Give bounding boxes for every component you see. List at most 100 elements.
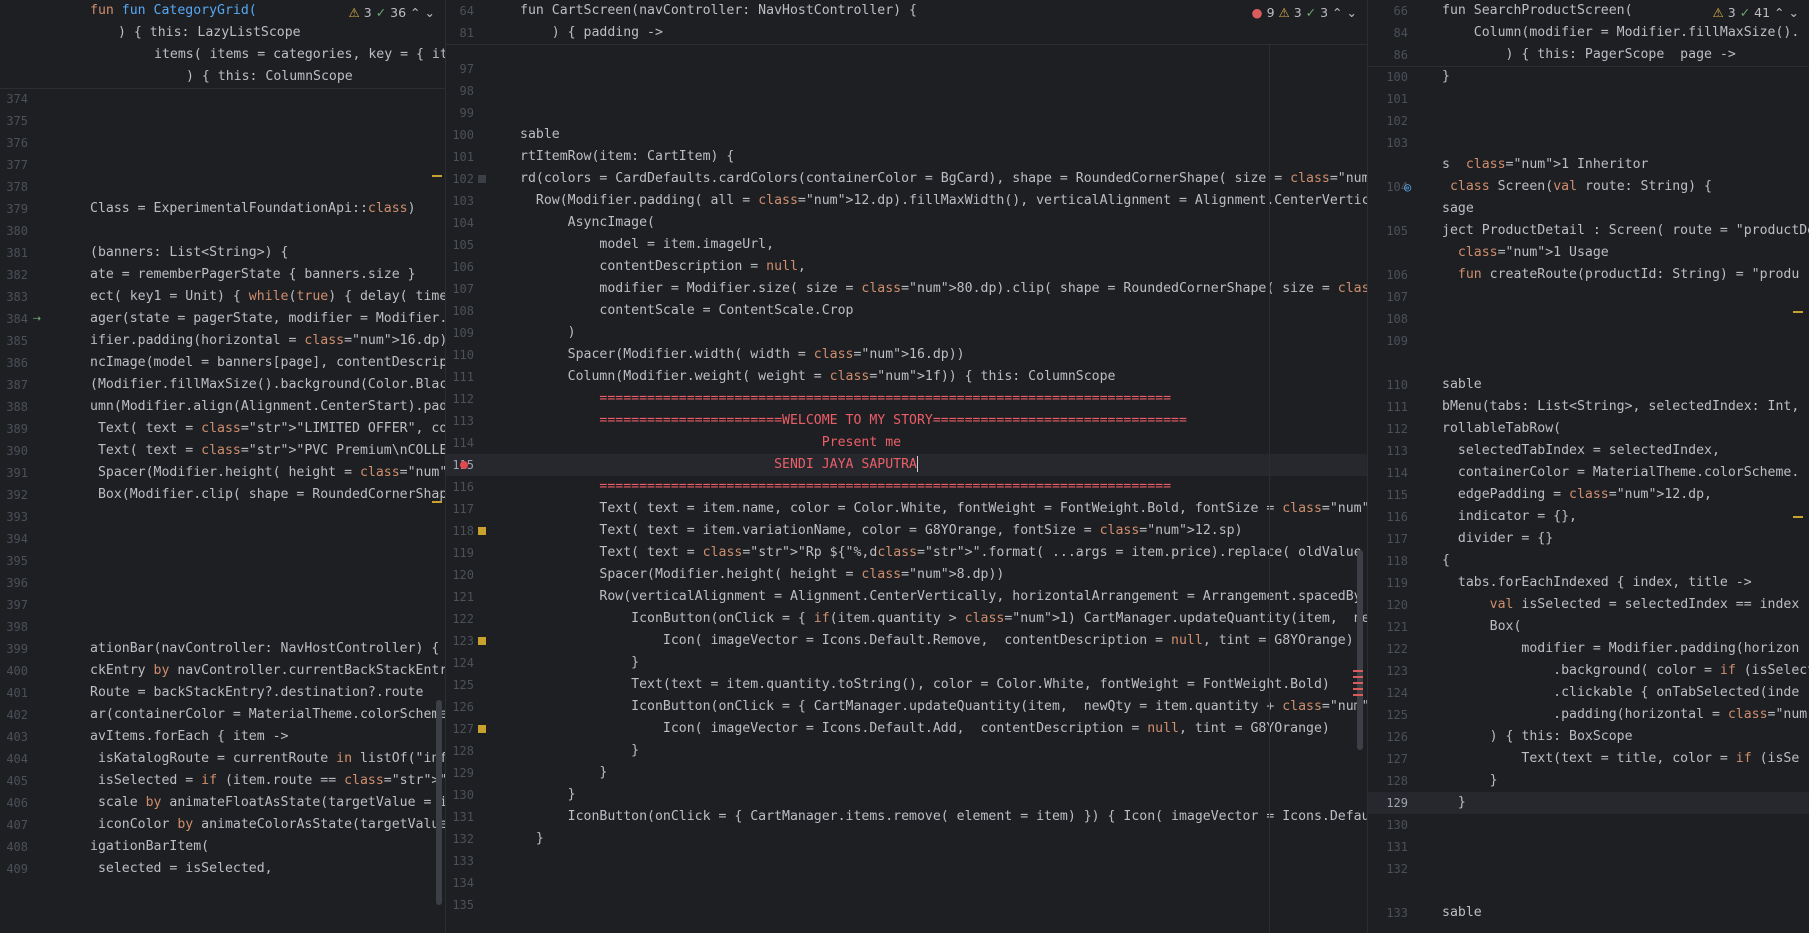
code-line[interactable]: 119 tabs.forEachIndexed { index, title -… (1368, 572, 1809, 594)
code-text[interactable]: ========================================… (520, 476, 1171, 498)
code-text[interactable]: } (520, 784, 576, 806)
inspection-badges[interactable]: ⚠ 3 ✓ 36 ⌃ ⌄ (349, 5, 435, 20)
code-line[interactable]: 135 (446, 894, 1367, 916)
code-line[interactable]: 101 (1368, 88, 1809, 110)
code-line[interactable]: 111 bMenu(tabs: List<String>, selectedInd… (1368, 396, 1809, 418)
code-line[interactable]: 126 ) { this: BoxScope (1368, 726, 1809, 748)
warning-gutter-icon[interactable] (478, 527, 486, 535)
editor-pane-right[interactable]: ⚠ 3 ✓ 41 ⌃ ⌄ 66 fun SearchProductScreen( … (1368, 0, 1809, 933)
code-line[interactable]: 116 indicator = {}, (1368, 506, 1809, 528)
code-line[interactable]: 111 Column(Modifier.weight( weight = cla… (446, 366, 1367, 388)
code-line[interactable]: 387 (Modifier.fillMaxSize().background(Co… (0, 374, 445, 396)
code-text[interactable]: modifier = Modifier.size( size = class="… (520, 278, 1367, 300)
code-text[interactable]: igationBarItem( (90, 836, 209, 858)
code-line[interactable] (1368, 880, 1809, 902)
code-text[interactable]: rtItemRow(item: CartItem) { (520, 146, 734, 168)
code-line[interactable]: 388 umn(Modifier.align(Alignment.CenterSt… (0, 396, 445, 418)
code-text[interactable]: Route = backStackEntry?.destination?.rou… (90, 682, 423, 704)
code-text[interactable]: modifier = Modifier.padding(horizon (1442, 638, 1799, 660)
code-text[interactable]: .padding(horizontal = class="num">20.dp,… (1442, 704, 1809, 726)
code-line[interactable]: 400 ckEntry by navController.currentBackS… (0, 660, 445, 682)
chevron-up-icon[interactable]: ⌃ (1774, 5, 1784, 20)
code-text[interactable]: Text( text = class="str">"LIMITED OFFER"… (90, 418, 445, 440)
code-text[interactable]: ========================================… (520, 388, 1171, 410)
code-line[interactable]: 404 isKatalogRoute = currentRoute in lis… (0, 748, 445, 770)
code-line[interactable]: 107 (1368, 286, 1809, 308)
code-line[interactable]: 380 (0, 220, 445, 242)
code-line[interactable]: 128 } (446, 740, 1367, 762)
code-line[interactable]: 399 ationBar(navController: NavHostContro… (0, 638, 445, 660)
code-line[interactable]: 407 iconColor by animateColorAsState(tar… (0, 814, 445, 836)
code-line[interactable]: 129 } (1368, 792, 1809, 814)
code-line[interactable]: 108 (1368, 308, 1809, 330)
code-text[interactable]: } (1442, 770, 1498, 792)
code-text[interactable]: } (520, 828, 544, 850)
code-text[interactable]: rd(colors = CardDefaults.cardColors(cont… (520, 168, 1367, 190)
code-line[interactable]: 122 modifier = Modifier.padding(horizon (1368, 638, 1809, 660)
code-text[interactable]: } (1442, 66, 1450, 88)
code-line[interactable]: 133 (446, 850, 1367, 872)
code-line[interactable]: 383 ect( key1 = Unit) { while(true) { del… (0, 286, 445, 308)
code-text[interactable]: { (1442, 550, 1450, 572)
code-line[interactable]: 125 Text(text = item.quantity.toString()… (446, 674, 1367, 696)
code-text[interactable]: Spacer(Modifier.height( height = class="… (90, 462, 445, 484)
code-line[interactable]: 112 ====================================… (446, 388, 1367, 410)
code-text[interactable]: val isSelected = selectedIndex == index (1442, 594, 1800, 616)
code-line[interactable]: 115 SENDI JAYA SAPUTRA (446, 454, 1367, 476)
code-text[interactable]: ar(containerColor = MaterialTheme.colorS… (90, 704, 445, 726)
code-line[interactable]: 134 (446, 872, 1367, 894)
code-line[interactable]: 101 rtItemRow(item: CartItem) { (446, 146, 1367, 168)
code-text[interactable]: ) { this: BoxScope (1442, 726, 1633, 748)
code-line[interactable]: 97 (446, 58, 1367, 80)
code-text[interactable]: contentScale = ContentScale.Crop (520, 300, 853, 322)
code-line[interactable]: 121 Box( (1368, 616, 1809, 638)
code-line[interactable]: 124 } (446, 652, 1367, 674)
code-line[interactable]: 378 (0, 176, 445, 198)
code-text[interactable]: ckEntry by navController.currentBackStac… (90, 660, 445, 682)
code-line[interactable]: 385 ifier.padding(horizontal = class="num… (0, 330, 445, 352)
code-text[interactable]: ncImage(model = banners[page], contentDe… (90, 352, 445, 374)
code-line[interactable]: 118 Text( text = item.variationName, col… (446, 520, 1367, 542)
code-line[interactable]: 99 (446, 102, 1367, 124)
code-line[interactable]: sage (1368, 198, 1809, 220)
code-line[interactable]: 104 class Screen(val route: String) { (1368, 176, 1809, 198)
code-line[interactable]: 392 Box(Modifier.clip( shape = RoundedCo… (0, 484, 445, 506)
code-text[interactable]: ate = rememberPagerState { banners.size … (90, 264, 416, 286)
code-text[interactable]: (banners: List<String>) { (90, 242, 289, 264)
code-text[interactable]: s class="num">1 Inheritor (1442, 154, 1648, 176)
code-text[interactable]: Row(Modifier.padding( all = class="num">… (520, 190, 1367, 212)
code-line[interactable]: 118 { (1368, 550, 1809, 572)
code-text[interactable]: =======================WELCOME TO MY STO… (520, 410, 1187, 432)
code-text[interactable]: Icon( imageVector = Icons.Default.Remove… (520, 630, 1354, 652)
warning-gutter-icon[interactable] (478, 175, 486, 183)
code-line[interactable]: 409 selected = isSelected, (0, 858, 445, 880)
code-line[interactable]: 131 (1368, 836, 1809, 858)
code-line[interactable]: 402 ar(containerColor = MaterialTheme.col… (0, 704, 445, 726)
code-line[interactable]: 391 Spacer(Modifier.height( height = cla… (0, 462, 445, 484)
code-text[interactable]: Spacer(Modifier.width( width = class="nu… (520, 344, 965, 366)
code-text[interactable]: } (1442, 792, 1466, 814)
code-line[interactable] (1368, 352, 1809, 374)
code-line[interactable]: 105 ject ProductDetail : Screen( route = … (1368, 220, 1809, 242)
code-text[interactable]: model = item.imageUrl, (520, 234, 774, 256)
code-line[interactable]: 403 avItems.forEach { item -> (0, 726, 445, 748)
code-text[interactable]: rollableTabRow( (1442, 418, 1561, 440)
code-line[interactable]: 127 Icon( imageVector = Icons.Default.Ad… (446, 718, 1367, 740)
code-line[interactable]: 119 Text( text = class="str">"Rp ${"%,dc… (446, 542, 1367, 564)
code-line[interactable]: 408 igationBarItem( (0, 836, 445, 858)
code-line[interactable]: 123 Icon( imageVector = Icons.Default.Re… (446, 630, 1367, 652)
code-line[interactable]: 127 Text(text = title, color = if (isSe (1368, 748, 1809, 770)
code-text[interactable]: Present me (520, 432, 901, 454)
warning-gutter-icon[interactable] (478, 637, 486, 645)
code-text[interactable]: IconButton(onClick = { if(item.quantity … (520, 608, 1367, 630)
chevron-down-icon[interactable]: ⌄ (1347, 5, 1357, 20)
code-line[interactable]: 374 (0, 88, 445, 110)
code-text[interactable]: .background( color = if (isSelect (1442, 660, 1809, 682)
code-line[interactable]: 103 (1368, 132, 1809, 154)
code-line[interactable]: 406 scale by animateFloatAsState(targetV… (0, 792, 445, 814)
code-text[interactable]: containerColor = MaterialTheme.colorSche… (1442, 462, 1799, 484)
code-text[interactable]: bMenu(tabs: List<String>, selectedIndex:… (1442, 396, 1799, 418)
code-line[interactable]: 112 rollableTabRow( (1368, 418, 1809, 440)
code-text[interactable]: IconButton(onClick = { CartManager.updat… (520, 696, 1367, 718)
code-line[interactable]: 130 } (446, 784, 1367, 806)
